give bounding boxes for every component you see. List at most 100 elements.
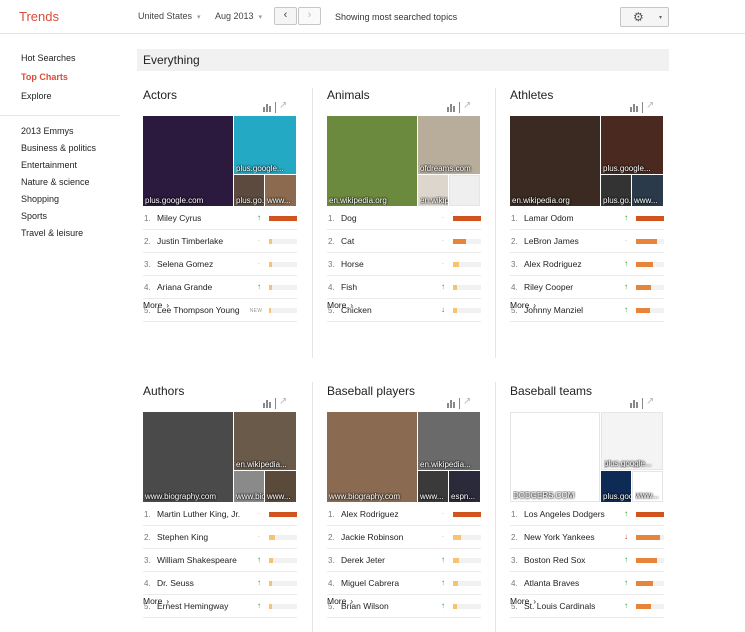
list-item[interactable]: 1. Miley Cyrus ↑ <box>143 207 297 230</box>
list-item[interactable]: 2. Stephen King · <box>143 526 297 549</box>
sidebar-item-nature-science[interactable]: Nature & science <box>21 177 90 187</box>
list-item[interactable]: 2. Justin Timberlake · <box>143 230 297 253</box>
list-item[interactable]: 4. Atlanta Braves ↑ <box>510 572 664 595</box>
list-item[interactable]: 1. Alex Rodriguez · <box>327 503 481 526</box>
topic-thumbnail[interactable]: en.wikipedia... <box>418 412 480 470</box>
list-item[interactable]: 4. Dr. Seuss ↑ <box>143 572 297 595</box>
list-item[interactable]: 3. Alex Rodriguez ↑ <box>510 253 664 276</box>
more-link[interactable]: More › <box>143 596 169 606</box>
date-label: Aug 2013 <box>215 11 254 21</box>
bar-chart-icon[interactable] <box>447 399 456 408</box>
bar-chart-icon[interactable] <box>447 103 456 112</box>
card-title[interactable]: Animals <box>327 88 370 102</box>
more-link[interactable]: More › <box>143 300 169 310</box>
region-selector[interactable]: United States ▾ <box>138 11 201 21</box>
topic-thumbnail[interactable]: en.wikipedia... <box>418 175 448 206</box>
topic-name: Fish <box>341 282 358 292</box>
topic-thumbnail[interactable]: espn... <box>449 471 480 502</box>
sidebar-item-hot-searches[interactable]: Hot Searches <box>21 53 76 63</box>
topic-thumbnail[interactable]: www... <box>632 175 663 206</box>
topic-name: Ernest Hemingway <box>157 601 229 611</box>
sidebar-item-travel-leisure[interactable]: Travel & leisure <box>21 228 83 238</box>
topic-thumbnail[interactable] <box>449 175 480 206</box>
topic-thumbnail[interactable]: en.wikipedia.org <box>327 116 417 206</box>
topic-thumbnail[interactable]: www.biography.com <box>143 412 233 502</box>
search-volume-bar <box>269 535 297 540</box>
more-link[interactable]: More › <box>510 596 536 606</box>
trend-line-icon[interactable]: ↗ <box>646 100 654 111</box>
topic-thumbnail[interactable]: DODGERS.COM <box>510 412 600 502</box>
settings-button[interactable]: ⚙ ▾ <box>620 7 669 27</box>
topic-thumbnail[interactable]: www.biog... <box>234 471 264 502</box>
topic-thumbnail[interactable]: plus.google... <box>601 116 663 174</box>
list-item[interactable]: 2. New York Yankees ↓ <box>510 526 664 549</box>
date-selector[interactable]: Aug 2013 ▾ <box>215 11 262 21</box>
sidebar-item-entertainment[interactable]: Entertainment <box>21 160 77 170</box>
list-item[interactable]: 3. Derek Jeter ↑ <box>327 549 481 572</box>
topic-thumbnail[interactable]: www.biography.com <box>327 412 417 502</box>
next-month-button[interactable]: › <box>298 7 321 25</box>
search-volume-bar <box>636 262 664 267</box>
new-entry-badge: NEW <box>249 308 263 314</box>
bar-chart-icon[interactable] <box>263 399 272 408</box>
topic-name: Dr. Seuss <box>157 578 194 588</box>
topic-thumbnail[interactable]: plus.go... <box>601 175 631 206</box>
list-item[interactable]: 2. LeBron James · <box>510 230 664 253</box>
trend-line-icon[interactable]: ↗ <box>463 396 471 407</box>
sidebar-item-top-charts[interactable]: Top Charts <box>21 72 68 82</box>
list-item[interactable]: 4. Riley Cooper ↑ <box>510 276 664 299</box>
sidebar-item-business-politics[interactable]: Business & politics <box>21 143 96 153</box>
card-title[interactable]: Baseball players <box>327 384 415 398</box>
more-link[interactable]: More › <box>510 300 536 310</box>
trend-line-icon[interactable]: ↗ <box>279 100 287 111</box>
list-item[interactable]: 1. Dog · <box>327 207 481 230</box>
card-title[interactable]: Authors <box>143 384 184 398</box>
topic-thumbnail[interactable]: www... <box>418 471 448 502</box>
list-item[interactable]: 4. Ariana Grande ↑ <box>143 276 297 299</box>
topic-thumbnail[interactable]: plus.google.com <box>601 471 631 502</box>
sidebar-item-sports[interactable]: Sports <box>21 211 47 221</box>
trend-up-icon: ↑ <box>624 259 628 268</box>
list-item[interactable]: 2. Jackie Robinson · <box>327 526 481 549</box>
list-item[interactable]: 3. Boston Red Sox ↑ <box>510 549 664 572</box>
sidebar-item-shopping[interactable]: Shopping <box>21 194 59 204</box>
list-item[interactable]: 1. Martin Luther King, Jr. · <box>143 503 297 526</box>
topic-thumbnail[interactable]: www... <box>265 175 296 206</box>
more-link[interactable]: More › <box>327 596 353 606</box>
card-title[interactable]: Actors <box>143 88 177 102</box>
trend-flat-icon: · <box>257 532 261 541</box>
trend-line-icon[interactable]: ↗ <box>463 100 471 111</box>
list-item[interactable]: 3. William Shakespeare ↑ <box>143 549 297 572</box>
topic-thumbnail[interactable]: www... <box>265 471 296 502</box>
topic-thumbnail[interactable]: plus.google.com <box>143 116 233 206</box>
list-item[interactable]: 1. Lamar Odom ↑ <box>510 207 664 230</box>
card-title[interactable]: Baseball teams <box>510 384 592 398</box>
list-item[interactable]: 4. Fish ↑ <box>327 276 481 299</box>
list-item[interactable]: 3. Selena Gomez · <box>143 253 297 276</box>
sidebar-item-2013-emmys[interactable]: 2013 Emmys <box>21 126 74 136</box>
trend-line-icon[interactable]: ↗ <box>646 396 654 407</box>
card-image-collage: www.biography.com en.wikipedia... www... es… <box>327 412 480 502</box>
prev-month-button[interactable]: ‹ <box>274 7 297 25</box>
more-link[interactable]: More › <box>327 300 353 310</box>
list-item[interactable]: 1. Los Angeles Dodgers ↑ <box>510 503 664 526</box>
topic-thumbnail[interactable]: plus.go... <box>234 175 264 206</box>
topic-name: St. Louis Cardinals <box>524 601 596 611</box>
sidebar-item-explore[interactable]: Explore <box>21 91 52 101</box>
trends-logo[interactable]: Trends <box>19 9 59 24</box>
topic-thumbnail[interactable]: en.wikipedia.org <box>510 116 600 206</box>
topic-thumbnail[interactable]: www... <box>632 471 663 502</box>
search-volume-bar <box>453 239 481 244</box>
bar-chart-icon[interactable] <box>630 399 639 408</box>
bar-chart-icon[interactable] <box>263 103 272 112</box>
card-title[interactable]: Athletes <box>510 88 553 102</box>
bar-chart-icon[interactable] <box>630 103 639 112</box>
trend-line-icon[interactable]: ↗ <box>279 396 287 407</box>
topic-thumbnail[interactable]: en.wikipedia... <box>234 412 296 470</box>
topic-thumbnail[interactable]: plus.google... <box>601 412 663 470</box>
topic-thumbnail[interactable]: plus.google... <box>234 116 296 174</box>
topic-thumbnail[interactable]: ofdreams.com <box>418 116 480 174</box>
list-item[interactable]: 2. Cat · <box>327 230 481 253</box>
list-item[interactable]: 4. Miguel Cabrera ↑ <box>327 572 481 595</box>
list-item[interactable]: 3. Horse · <box>327 253 481 276</box>
